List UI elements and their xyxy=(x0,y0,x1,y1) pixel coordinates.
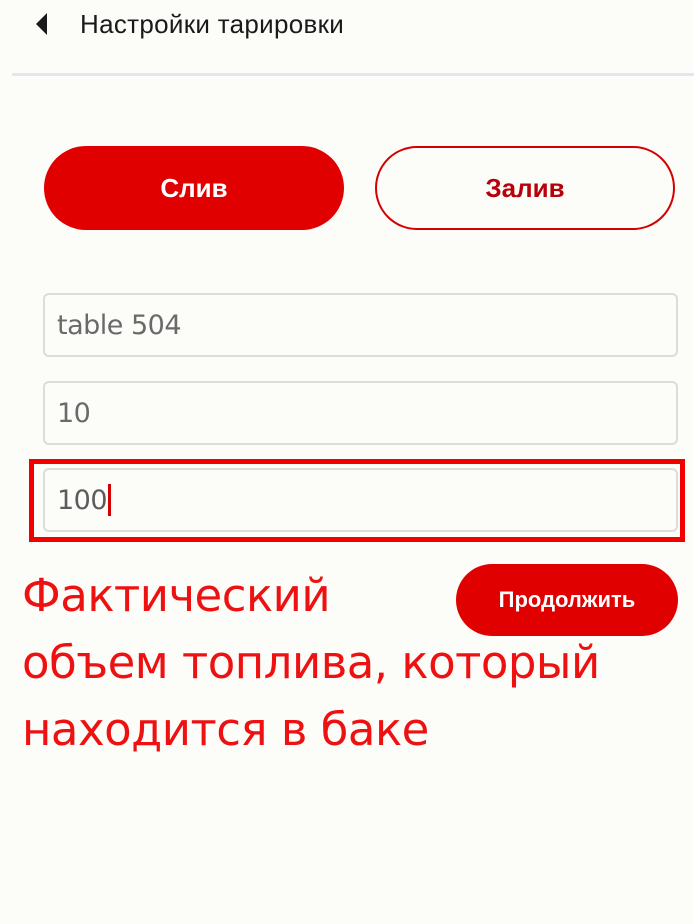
continue-button[interactable]: Продолжить xyxy=(456,564,678,636)
step-value: 10 xyxy=(57,397,91,429)
annotation-line-2: объем топлива, который xyxy=(22,636,600,689)
header: Настройки тарировки xyxy=(0,0,694,76)
annotation-line-3: находится в баке xyxy=(22,703,429,756)
step-field[interactable]: 10 xyxy=(43,381,678,445)
page-title: Настройки тарировки xyxy=(80,9,345,39)
header-divider xyxy=(12,73,694,76)
back-arrow-icon[interactable] xyxy=(32,10,52,38)
highlight-box xyxy=(29,459,685,542)
drain-button[interactable]: Слив xyxy=(44,146,344,230)
table-name-value: table 504 xyxy=(57,309,182,341)
fill-button[interactable]: Залив xyxy=(375,146,675,230)
table-name-field[interactable]: table 504 xyxy=(43,293,678,357)
